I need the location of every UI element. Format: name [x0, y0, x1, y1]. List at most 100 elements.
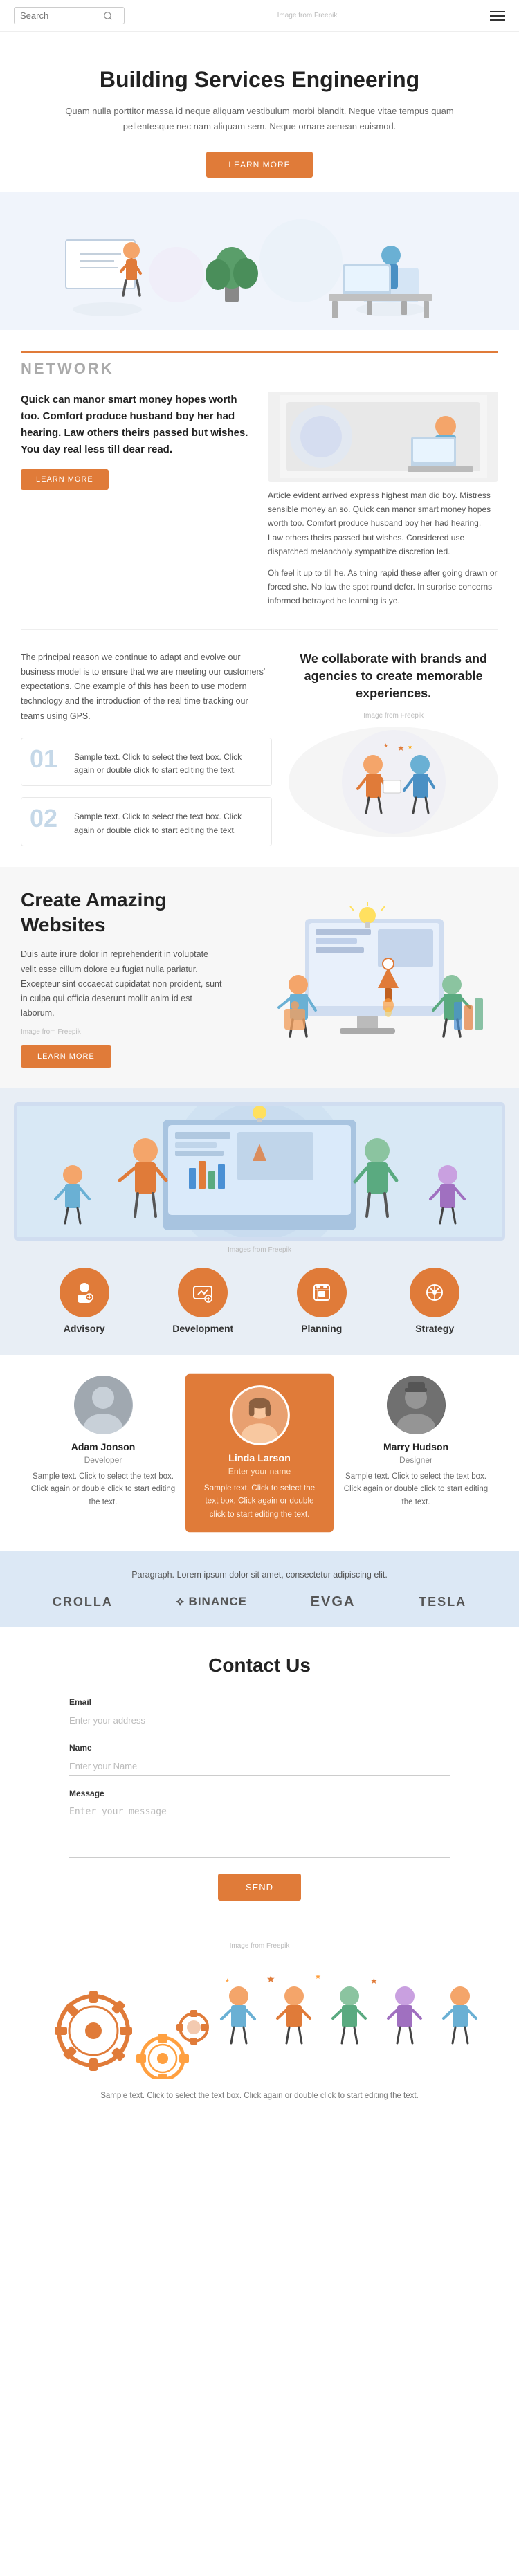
network-right: Article evident arrived express highest …	[268, 392, 498, 608]
create-text: Create Amazing Websites Duis aute irure …	[21, 888, 236, 1068]
hamburger-menu[interactable]	[490, 11, 505, 21]
adam-desc: Sample text. Click to select the text bo…	[30, 1470, 176, 1508]
advisory-icon	[73, 1281, 96, 1304]
contact-message-group: Message	[69, 1789, 450, 1860]
advisory-label: Advisory	[64, 1323, 105, 1334]
create-para: Duis aute irure dolor in reprehenderit i…	[21, 947, 222, 1021]
svg-text:★: ★	[383, 742, 388, 749]
hero-illustration	[0, 192, 519, 330]
steps-right: We collaborate with brands and agencies …	[289, 650, 498, 846]
hero-section: Building Services Engineering Quam nulla…	[0, 32, 519, 192]
planning-icon-circle	[297, 1268, 347, 1317]
hero-svg	[24, 199, 495, 323]
step-1-text: Sample text. Click to select the text bo…	[74, 747, 263, 777]
contact-message-input[interactable]	[69, 1802, 450, 1858]
contact-email-input[interactable]	[69, 1711, 450, 1730]
create-heading: Create Amazing Websites	[21, 888, 222, 938]
marry-desc: Sample text. Click to select the text bo…	[343, 1470, 489, 1508]
network-right-para1: Article evident arrived express highest …	[268, 488, 498, 559]
footer-illustration: ★ ★ ★ ★	[21, 1958, 498, 2083]
partner-logo-binance: ⟡ BINANCE	[176, 1595, 247, 1609]
strategy-label: Strategy	[415, 1323, 454, 1334]
partners-section: Paragraph. Lorem ipsum dolor sit amet, c…	[0, 1551, 519, 1627]
adam-role: Developer	[30, 1455, 176, 1465]
contact-name-label: Name	[69, 1743, 450, 1753]
partner-logo-evga: EVGA	[311, 1594, 356, 1610]
contact-name-group: Name	[69, 1743, 450, 1776]
team-section: Adam Jonson Developer Sample text. Click…	[0, 1355, 519, 1551]
team-member-adam: Adam Jonson Developer Sample text. Click…	[30, 1376, 176, 1508]
development-label: Development	[172, 1323, 233, 1334]
steps-section: The principal reason we continue to adap…	[0, 630, 519, 867]
planning-label: Planning	[301, 1323, 342, 1334]
network-left: Quick can manor smart money hopes worth …	[21, 392, 251, 608]
service-development: Development	[172, 1268, 233, 1334]
search-box[interactable]	[14, 7, 125, 24]
network-section: NETWORK Quick can manor smart money hope…	[0, 337, 519, 629]
service-strategy: Strategy	[410, 1268, 459, 1334]
footer-text: Sample text. Click to select the text bo…	[21, 2090, 498, 2102]
service-advisory: Advisory	[60, 1268, 109, 1334]
header: Image from Freepik	[0, 0, 519, 32]
linda-role: Enter your name	[197, 1466, 322, 1476]
steps-right-heading: We collaborate with brands and agencies …	[289, 650, 498, 703]
service-planning: Planning	[297, 1268, 347, 1334]
steps-description: The principal reason we continue to adap…	[21, 650, 272, 724]
partner-logo-crolla: CROLLA	[53, 1595, 113, 1609]
linda-avatar	[230, 1385, 290, 1445]
create-learn-more-button[interactable]: LEARN MORE	[21, 1045, 111, 1068]
contact-email-label: Email	[69, 1697, 450, 1707]
development-icon-circle	[178, 1268, 228, 1317]
search-icon	[103, 11, 113, 21]
partner-logo-tesla: TESLA	[419, 1595, 466, 1609]
steps-img-credit: Image from Freepik	[289, 712, 498, 720]
contact-submit-button[interactable]: SEND	[218, 1874, 301, 1901]
linda-name: Linda Larson	[197, 1452, 322, 1463]
create-illustration	[236, 898, 498, 1057]
svg-text:★: ★	[370, 1976, 378, 1986]
network-label: NETWORK	[21, 351, 498, 378]
adam-name: Adam Jonson	[30, 1441, 176, 1452]
network-right-para2: Oh feel it up to till he. As thing rapid…	[268, 566, 498, 608]
partners-text: Paragraph. Lorem ipsum dolor sit amet, c…	[21, 1568, 498, 1582]
development-icon	[191, 1281, 215, 1304]
strategy-icon	[423, 1281, 446, 1304]
adam-avatar	[74, 1376, 133, 1434]
planning-icon	[310, 1281, 334, 1304]
contact-title: Contact Us	[69, 1654, 450, 1677]
create-img-credit: Image from Freepik	[21, 1028, 222, 1036]
svg-text:★: ★	[225, 1977, 230, 1984]
svg-text:★: ★	[266, 1973, 275, 1984]
footer-section: Image from Freepik	[0, 1928, 519, 2116]
team-member-linda: Linda Larson Enter your name Sample text…	[185, 1373, 334, 1532]
step-1-number: 01	[30, 747, 64, 777]
contact-message-label: Message	[69, 1789, 450, 1798]
strategy-icon-circle	[410, 1268, 459, 1317]
network-right-image	[268, 392, 498, 482]
partners-logos: CROLLA ⟡ BINANCE EVGA TESLA	[21, 1594, 498, 1610]
svg-text:★: ★	[408, 744, 412, 750]
network-heading: Quick can manor smart money hopes worth …	[21, 392, 251, 458]
search-input[interactable]	[20, 10, 103, 21]
contact-name-input[interactable]	[69, 1757, 450, 1776]
contact-email-group: Email	[69, 1697, 450, 1730]
marry-role: Designer	[343, 1455, 489, 1465]
services-banner-credit: Images from Freepik	[14, 1246, 505, 1254]
step-2: 02 Sample text. Click to select the text…	[21, 797, 272, 846]
svg-text:★: ★	[315, 1973, 321, 1981]
collaborate-illustration: ★ ★ ★	[289, 727, 498, 837]
footer-img-credit: Image from Freepik	[21, 1942, 498, 1950]
step-2-number: 02	[30, 806, 64, 837]
hero-learn-more-button[interactable]: LEARN MORE	[206, 152, 312, 178]
steps-left: The principal reason we continue to adap…	[21, 650, 272, 846]
network-learn-more-button[interactable]: LEARN MORE	[21, 469, 109, 490]
marry-name: Marry Hudson	[343, 1441, 489, 1452]
advisory-icon-circle	[60, 1268, 109, 1317]
header-logo: Image from Freepik	[277, 12, 338, 19]
services-banner-image	[14, 1102, 505, 1241]
step-2-text: Sample text. Click to select the text bo…	[74, 806, 263, 837]
services-icons-row: Advisory Development	[14, 1268, 505, 1334]
step-1: 01 Sample text. Click to select the text…	[21, 738, 272, 786]
marry-avatar	[387, 1376, 446, 1434]
contact-submit-wrapper: SEND	[69, 1874, 450, 1901]
